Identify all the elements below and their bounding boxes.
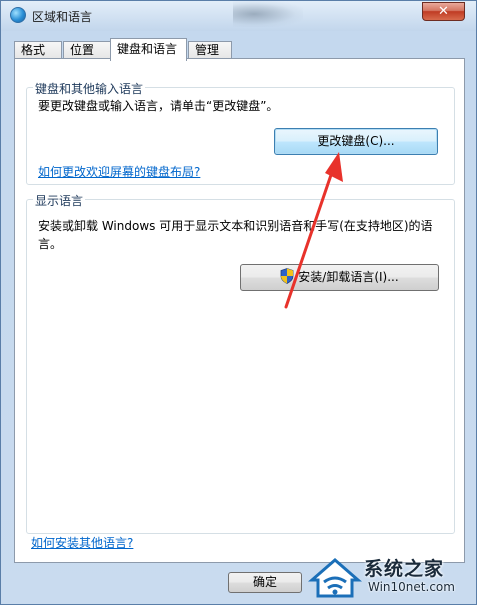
keyboard-description: 要更改键盘或输入语言，请单击“更改键盘”。 <box>38 99 279 113</box>
welcome-screen-layout-link[interactable]: 如何更改欢迎屏幕的键盘布局? <box>38 163 200 180</box>
watermark: 系统之家 Win10net.com <box>306 552 477 605</box>
change-keyboard-button[interactable]: 更改键盘(C)... <box>274 128 438 155</box>
install-other-languages-link[interactable]: 如何安装其他语言? <box>31 534 133 551</box>
dialog-window: 区域和语言 ✕ 格式 位置 键盘和语言 管理 键盘和其他输入语言 要更改键盘或输… <box>0 0 477 605</box>
display-language-group: 显示语言 安装或卸载 Windows 可用于显示文本和识别语音和手写(在支持地区… <box>26 192 455 534</box>
keyboard-group: 键盘和其他输入语言 要更改键盘或输入语言，请单击“更改键盘”。 更改键盘(C).… <box>26 80 455 185</box>
display-language-description-line1: 安装或卸载 Windows 可用于显示文本和识别语音和手写(在支持地区)的语 <box>38 219 433 233</box>
watermark-brand: 系统之家 <box>364 558 445 580</box>
window-title: 区域和语言 <box>32 10 93 24</box>
background-blur <box>233 1 303 27</box>
title-bar[interactable]: 区域和语言 ✕ <box>1 1 476 31</box>
close-button[interactable]: ✕ <box>422 2 465 21</box>
house-logo-icon <box>308 558 362 598</box>
display-language-description-line2: 言。 <box>38 237 63 251</box>
ok-button[interactable]: 确定 <box>228 572 302 593</box>
uac-shield-icon <box>280 268 294 284</box>
tab-panel: 键盘和其他输入语言 要更改键盘或输入语言，请单击“更改键盘”。 更改键盘(C).… <box>14 58 465 563</box>
install-button-label: 安装/卸载语言(I)... <box>298 270 399 284</box>
keyboard-group-legend: 键盘和其他输入语言 <box>33 80 146 97</box>
install-uninstall-languages-button[interactable]: 安装/卸载语言(I)... <box>240 264 439 291</box>
globe-icon <box>10 7 26 23</box>
tab-keyboards-languages[interactable]: 键盘和语言 <box>110 38 187 61</box>
watermark-site: Win10net.com <box>368 580 455 594</box>
display-language-legend: 显示语言 <box>33 192 86 209</box>
